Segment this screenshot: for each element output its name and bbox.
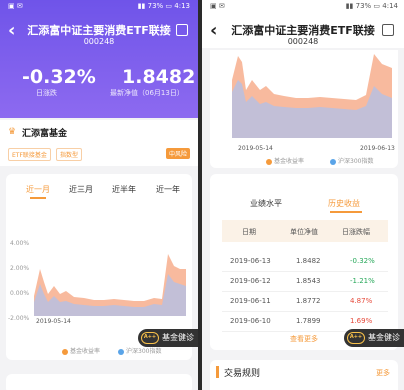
left-screen: ▣ ✉ ▮▮ 73% ▭ 4:13 ‹ 汇添富中证主要消费ETF联接 00024… xyxy=(0,0,198,390)
trade-rules-row[interactable]: 交易规则 更多 xyxy=(210,360,398,390)
row-change: 4.87% xyxy=(350,297,373,305)
battery-level: 73% xyxy=(147,2,164,10)
fund-checkup-label: 基金健诊 xyxy=(368,333,400,342)
section-marker xyxy=(216,366,219,378)
tab-underline xyxy=(330,211,362,213)
legend-fund: 基金收益率 xyxy=(62,346,100,355)
legend-fund-label: 基金收益率 xyxy=(70,348,101,355)
clock: 4:13 xyxy=(174,2,190,10)
fund-code: 000248 xyxy=(287,37,319,46)
legend-index: 沪深300指数 xyxy=(330,156,373,165)
share-icon[interactable] xyxy=(382,24,394,36)
status-bar-right: ▮▮ 73% ▭ 4:13 xyxy=(137,2,190,10)
table-row: 2019-06-12 1.8543 -1.21% xyxy=(222,272,388,292)
risk-badge: 中风险 xyxy=(165,148,190,159)
return-chart xyxy=(232,54,392,138)
clock: 4:14 xyxy=(382,2,398,10)
legend-index: 沪深300指数 xyxy=(118,346,161,355)
tag-etf: ETF联接基金 xyxy=(8,148,51,161)
x-start: 2019-05-14 xyxy=(238,145,273,152)
tag-index: 指数型 xyxy=(56,148,83,161)
status-icons: ▣ ✉ xyxy=(8,2,23,10)
row-nav: 1.7899 xyxy=(296,317,321,325)
tab-history[interactable]: 历史收益 xyxy=(328,198,360,209)
crown-icon: ♛ xyxy=(8,127,17,137)
status-bar-right: ▮▮ 73% ▭ 4:14 xyxy=(345,2,398,10)
tab-6m[interactable]: 近半年 xyxy=(112,184,136,195)
y-tick: -2.00% xyxy=(8,315,30,322)
daily-change-label: 日涨跌 xyxy=(36,89,57,97)
chart-card: 2019-05-14 2019-06-13 基金收益率 沪深300指数 xyxy=(210,50,398,168)
return-chart xyxy=(34,254,186,316)
nav-label: 最新净值（06月13日） xyxy=(110,89,184,97)
col-change: 日涨跌幅 xyxy=(342,228,370,236)
row-nav: 1.8482 xyxy=(296,257,321,265)
period-tabs: 近一月 近三月 近半年 近一年 xyxy=(14,184,184,199)
history-card: 业绩水平 历史收益 日期 单位净值 日涨跌幅 2019-06-13 1.8482 -… xyxy=(210,174,398,350)
y-tick: 4.00% xyxy=(10,240,30,247)
table-header: 日期 单位净值 日涨跌幅 xyxy=(222,220,388,242)
legend-dot xyxy=(330,158,336,165)
legend-fund: 基金收益率 xyxy=(266,156,304,165)
page-title: 汇添富中证主要消费ETF联接 xyxy=(27,24,171,37)
row-change: -0.32% xyxy=(350,257,375,265)
trade-rules-more[interactable]: 更多 xyxy=(376,368,390,378)
row-change: 1.69% xyxy=(350,317,373,325)
row-date: 2019-06-11 xyxy=(230,297,271,305)
tab-underline xyxy=(30,197,46,199)
header: ▣ ✉ ▮▮ 73% ▭ 4:13 ‹ 汇添富中证主要消费ETF联接 00024… xyxy=(0,0,198,118)
x-start: 2019-05-14 xyxy=(36,318,71,325)
fund-checkup-button[interactable]: A++ 基金健诊 xyxy=(344,329,404,347)
fund-checkup-label: 基金健诊 xyxy=(162,333,194,342)
share-icon[interactable] xyxy=(176,24,188,36)
legend-index-label: 沪深300指数 xyxy=(338,158,374,165)
legend-dot xyxy=(118,348,124,355)
row-change: -1.21% xyxy=(350,277,375,285)
right-screen: ▣ ✉ ▮▮ 73% ▭ 4:14 ‹ 汇添富中证主要消费ETF联接 00024… xyxy=(202,0,404,390)
row-date: 2019-06-13 xyxy=(230,257,271,265)
header: ▣ ✉ ▮▮ 73% ▭ 4:14 ‹ 汇添富中证主要消费ETF联接 00024… xyxy=(202,0,404,48)
grade-icon: A++ xyxy=(347,332,365,344)
row-date: 2019-06-10 xyxy=(230,317,271,325)
y-tick: 0.00% xyxy=(10,290,30,297)
daily-change-value: -0.32% xyxy=(22,66,96,88)
battery-level: 73% xyxy=(355,2,372,10)
legend-fund-label: 基金收益率 xyxy=(274,158,305,165)
trade-rules-label: 交易规则 xyxy=(224,369,261,379)
row-nav: 1.8772 xyxy=(296,297,321,305)
tab-3m[interactable]: 近三月 xyxy=(69,184,93,195)
row-date: 2019-06-12 xyxy=(230,277,271,285)
fund-code: 000248 xyxy=(83,37,115,46)
page-title: 汇添富中证主要消费ETF联接 xyxy=(231,24,375,37)
tab-1y[interactable]: 近一年 xyxy=(156,184,180,195)
table-row: 2019-06-11 1.8772 4.87% xyxy=(222,292,388,312)
col-date: 日期 xyxy=(242,228,256,236)
nav-value: 1.8482 xyxy=(122,66,196,88)
col-nav: 单位净值 xyxy=(290,228,318,236)
tab-performance[interactable]: 业绩水平 xyxy=(250,198,282,209)
y-tick: 2.00% xyxy=(10,265,30,272)
legend-dot xyxy=(266,158,272,165)
x-end: 2019-06-13 xyxy=(360,145,395,152)
next-card xyxy=(6,374,192,390)
manager-name: 汇添富基金 xyxy=(22,129,68,139)
tab-1m[interactable]: 近一月 xyxy=(26,184,50,195)
status-icons: ▣ ✉ xyxy=(210,2,225,10)
legend-index-label: 沪深300指数 xyxy=(126,348,162,355)
grade-icon: A++ xyxy=(141,332,159,344)
fund-checkup-button[interactable]: A++ 基金健诊 xyxy=(138,329,198,347)
manager-section[interactable]: ♛ 汇添富基金 ETF联接基金 指数型 中风险 xyxy=(0,120,198,166)
table-row: 2019-06-13 1.8482 -0.32% xyxy=(222,252,388,272)
row-nav: 1.8543 xyxy=(296,277,321,285)
legend-dot xyxy=(62,348,68,355)
